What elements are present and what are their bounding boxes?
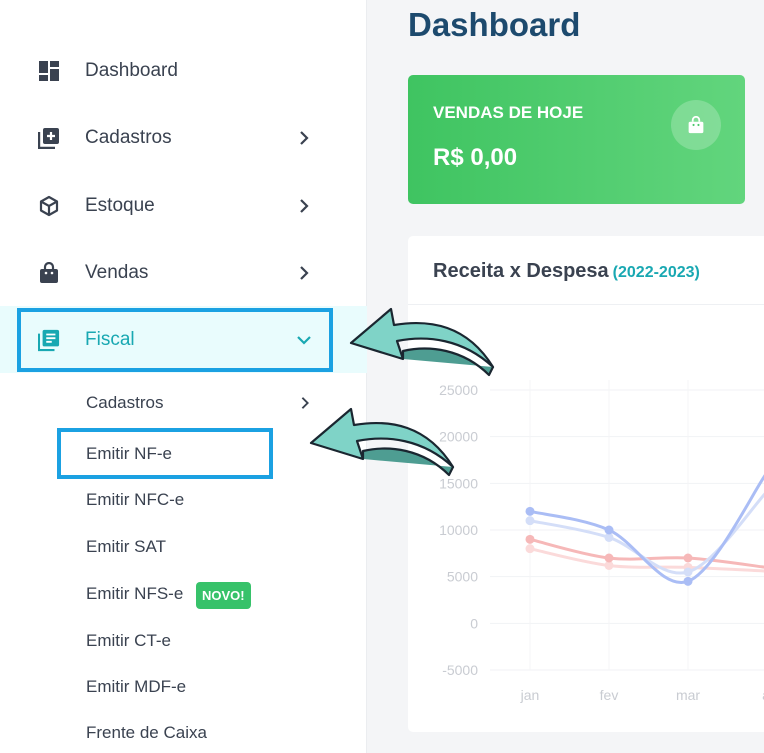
data-point: [683, 576, 693, 586]
submenu-item-label: Emitir NFC-e: [86, 490, 185, 509]
sidebar-item-label: Vendas: [85, 261, 149, 283]
sales-card-title: VENDAS DE HOJE: [433, 103, 584, 122]
x-tick-label: fev: [600, 687, 619, 703]
submenu-item-emitir-cte[interactable]: Emitir CT-e: [0, 621, 367, 661]
data-point: [683, 567, 693, 577]
y-tick-label: 10000: [439, 522, 478, 538]
data-point: [525, 544, 535, 554]
chevron-right-icon: [300, 198, 309, 213]
chevron-down-icon: [297, 335, 311, 345]
x-tick-label: jan: [520, 687, 540, 703]
submenu-item-label: Emitir CT-e: [86, 631, 171, 650]
add-box-icon: [38, 127, 60, 149]
sidebar-item-label: Estoque: [85, 194, 155, 216]
data-point: [604, 553, 614, 563]
chevron-right-icon: [300, 265, 309, 280]
submenu-item-label: Emitir SAT: [86, 537, 166, 556]
document-icon: [38, 329, 60, 351]
y-tick-label: 0: [470, 615, 478, 631]
dashboard-icon: [38, 60, 60, 82]
submenu-item-frente-de-caixa[interactable]: Frente de Caixa: [0, 713, 367, 753]
submenu-item-label: Emitir NF-e: [86, 444, 172, 463]
y-tick-label: 25000: [439, 382, 478, 398]
submenu-item-label: Frente de Caixa: [86, 723, 207, 742]
submenu-item-emitir-nfse[interactable]: Emitir NFS-e: [0, 574, 367, 614]
sidebar: Dashboard Cadastros Estoque Vendas Fisca…: [0, 0, 367, 753]
sales-card-value: R$ 0,00: [433, 144, 518, 171]
y-tick-label: -5000: [442, 662, 478, 678]
new-badge: NOVO!: [196, 582, 251, 609]
arrow-icon: [309, 407, 455, 477]
sidebar-item-label: Fiscal: [85, 328, 135, 350]
page-title: Dashboard: [408, 6, 581, 43]
sidebar-item-cadastros[interactable]: Cadastros: [0, 104, 367, 171]
x-tick-label: mar: [676, 687, 700, 703]
submenu-item-label: Emitir NFS-e: [86, 584, 184, 603]
data-point: [525, 534, 535, 544]
chevron-right-icon: [300, 130, 309, 145]
sidebar-item-estoque[interactable]: Estoque: [0, 172, 367, 239]
y-tick-label: 5000: [447, 569, 478, 585]
sidebar-item-fiscal[interactable]: Fiscal: [0, 306, 367, 373]
sidebar-item-dashboard[interactable]: Dashboard: [0, 37, 367, 104]
shopping-bag-icon: [38, 261, 60, 284]
submenu-item-emitir-nfce[interactable]: Emitir NFC-e: [0, 480, 367, 520]
sales-today-card: VENDAS DE HOJE R$ 0,00: [408, 75, 745, 204]
sidebar-item-vendas[interactable]: Vendas: [0, 239, 367, 306]
data-point: [525, 506, 535, 516]
data-point: [604, 525, 614, 535]
package-icon: [38, 195, 60, 217]
sidebar-item-label: Dashboard: [85, 59, 178, 81]
data-point: [683, 553, 693, 563]
submenu-item-emitir-mdfe[interactable]: Emitir MDF-e: [0, 667, 367, 707]
submenu-item-label: Cadastros: [86, 393, 164, 412]
data-point: [525, 516, 535, 526]
sidebar-item-label: Cadastros: [85, 126, 172, 148]
arrow-icon: [349, 307, 495, 377]
shopping-bag-icon: [671, 100, 721, 150]
submenu-item-emitir-sat[interactable]: Emitir SAT: [0, 527, 367, 567]
submenu-item-label: Emitir MDF-e: [86, 677, 187, 696]
